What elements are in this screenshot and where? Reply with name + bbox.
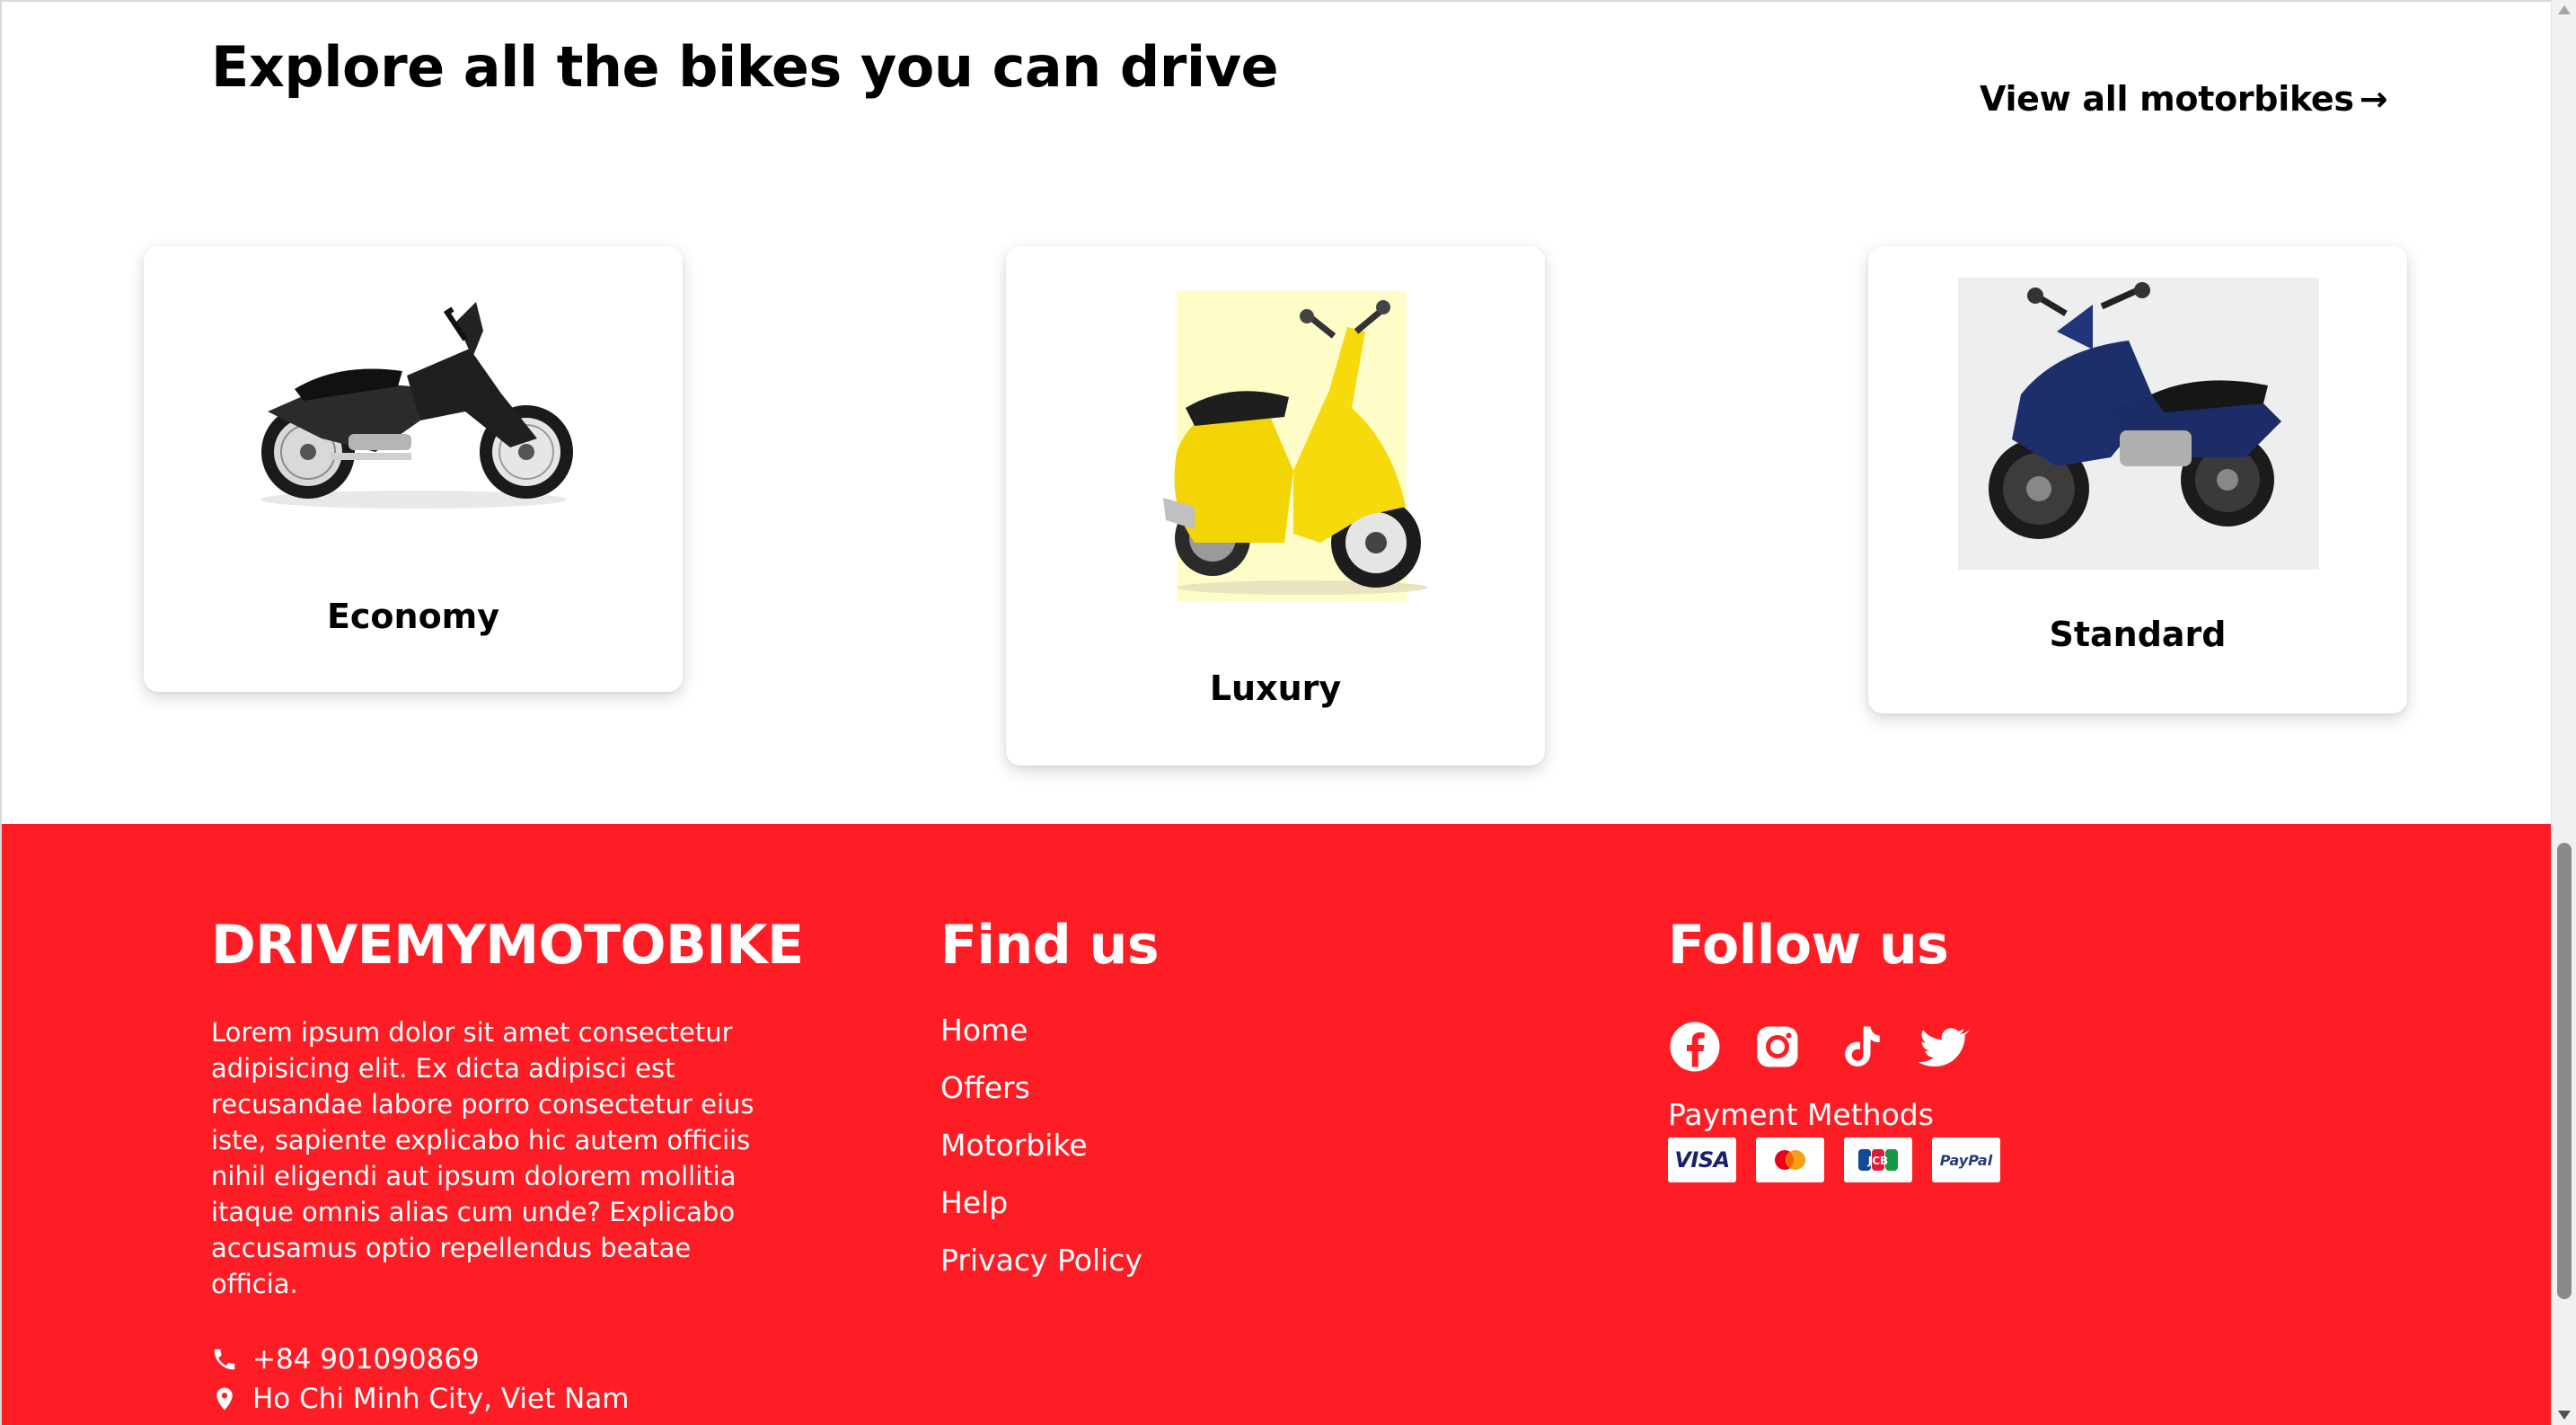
luxury-bike-image bbox=[1159, 291, 1428, 601]
instagram-icon[interactable] bbox=[1751, 1020, 1804, 1074]
card-label-luxury: Luxury bbox=[1209, 668, 1342, 708]
yellow-scooter-icon bbox=[1163, 300, 1428, 595]
footer-link-privacy-policy[interactable]: Privacy Policy bbox=[940, 1243, 1479, 1300]
follow-us-title: Follow us bbox=[1668, 914, 1949, 977]
footer-brand-name: DRIVEMYMOTOBIKE bbox=[211, 914, 804, 977]
footer-brand-column: DRIVEMYMOTOBIKE Lorem ipsum dolor sit am… bbox=[211, 824, 804, 1415]
card-label-economy: Economy bbox=[326, 597, 500, 636]
footer-link-help-text[interactable]: Help bbox=[940, 1185, 1008, 1220]
footer-link-help[interactable]: Help bbox=[940, 1185, 1479, 1243]
social-links bbox=[1668, 1020, 2297, 1074]
jcb-text: JCB bbox=[1867, 1155, 1888, 1167]
footer-link-home-text[interactable]: Home bbox=[940, 1013, 1028, 1048]
site-footer: DRIVEMYMOTOBIKE Lorem ipsum dolor sit am… bbox=[2, 824, 2551, 1425]
mastercard-icon bbox=[1756, 1137, 1824, 1182]
visa-card-icon: VISA bbox=[1668, 1137, 1736, 1182]
phone-icon bbox=[214, 1349, 235, 1370]
page-viewport: Explore all the bikes you can drive View… bbox=[0, 0, 2551, 1425]
facebook-icon[interactable] bbox=[1668, 1020, 1722, 1074]
standard-bike-image bbox=[1958, 278, 2319, 570]
footer-link-offers[interactable]: Offers bbox=[940, 1070, 1479, 1128]
bike-card-standard[interactable]: Standard bbox=[1868, 246, 2407, 713]
twitter-icon[interactable] bbox=[1916, 1020, 1970, 1074]
footer-find-us-column: Find us Home Offers Motorbike Help Priva… bbox=[940, 824, 1479, 1300]
footer-address: Ho Chi Minh City, Viet Nam bbox=[211, 1383, 768, 1415]
black-motorbike-icon bbox=[260, 302, 573, 509]
footer-link-home[interactable]: Home bbox=[940, 1013, 1479, 1070]
location-pin-icon bbox=[216, 1387, 233, 1411]
arrow-right-icon: → bbox=[2359, 79, 2388, 119]
footer-link-offers-text[interactable]: Offers bbox=[940, 1070, 1030, 1105]
find-us-links: Home Offers Motorbike Help Privacy Polic… bbox=[940, 1013, 1479, 1300]
payment-methods: VISA JCB PayPal bbox=[1668, 1137, 2297, 1182]
view-all-label: View all motorbikes bbox=[1980, 79, 2354, 119]
footer-link-motorbike-text[interactable]: Motorbike bbox=[940, 1128, 1088, 1163]
address-text: Ho Chi Minh City, Viet Nam bbox=[252, 1383, 630, 1415]
vertical-scrollbar[interactable] bbox=[2551, 0, 2576, 1425]
blue-motorbike-icon bbox=[1989, 282, 2281, 539]
view-all-motorbikes-link[interactable]: View all motorbikes → bbox=[1980, 79, 2388, 119]
find-us-title: Find us bbox=[940, 914, 1160, 977]
paypal-icon: PayPal bbox=[1932, 1137, 2000, 1182]
scroll-down-arrow-icon[interactable] bbox=[2558, 1411, 2571, 1420]
footer-link-privacy-text[interactable]: Privacy Policy bbox=[940, 1243, 1142, 1278]
scrollbar-thumb[interactable] bbox=[2557, 843, 2572, 1299]
footer-description: Lorem ipsum dolor sit amet consectetur a… bbox=[211, 1017, 754, 1299]
explore-section: Explore all the bikes you can drive View… bbox=[2, 2, 2551, 824]
card-label-standard: Standard bbox=[2049, 615, 2227, 654]
footer-link-motorbike[interactable]: Motorbike bbox=[940, 1128, 1479, 1185]
tiktok-icon[interactable] bbox=[1833, 1020, 1887, 1074]
footer-phone[interactable]: +84 901090869 bbox=[211, 1343, 768, 1376]
bike-card-luxury[interactable]: Luxury bbox=[1006, 246, 1545, 766]
economy-bike-image bbox=[241, 286, 586, 519]
phone-number: +84 901090869 bbox=[252, 1343, 480, 1376]
explore-title: Explore all the bikes you can drive bbox=[211, 34, 1279, 100]
jcb-card-icon: JCB bbox=[1844, 1137, 1912, 1182]
payment-methods-label: Payment Methods bbox=[1668, 1097, 1934, 1132]
bike-card-economy[interactable]: Economy bbox=[144, 246, 683, 692]
scroll-up-arrow-icon[interactable] bbox=[2558, 5, 2571, 14]
footer-follow-us-column: Follow us Payment Methods VISA JCB PayPa… bbox=[1668, 824, 2297, 1182]
